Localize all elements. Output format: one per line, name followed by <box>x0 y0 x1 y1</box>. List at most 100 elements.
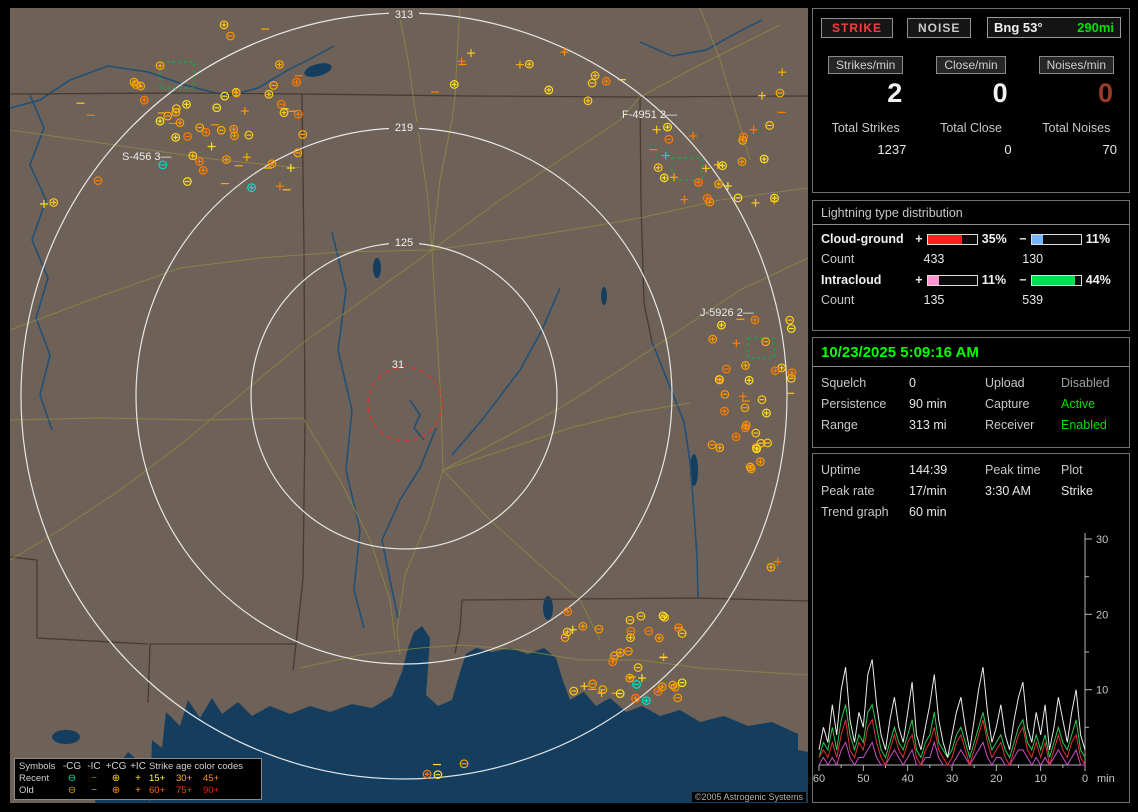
noises-per-min-button[interactable]: Noises/min <box>1038 56 1114 74</box>
age-45: 45+ <box>203 773 220 784</box>
total-noises-value: 70 <box>1102 142 1117 157</box>
ic-minus-count: 539 <box>1022 293 1044 307</box>
cg-plus-bar <box>926 233 978 245</box>
legend-col-pos-cg: +CG <box>105 761 127 772</box>
total-noises-label: Total Noises <box>1042 121 1111 135</box>
ic-minus-pct: 44% <box>1085 273 1111 287</box>
neg-ic-recent-icon: − <box>91 773 97 784</box>
map-canvas[interactable]: 313 219 125 31 S-456 3— F-4951 2— J-5926… <box>10 8 808 803</box>
total-close-value: 0 <box>1004 142 1012 157</box>
bearing-range-value: 290mi <box>1077 20 1114 35</box>
legend-recent-label: Recent <box>19 773 50 784</box>
lake <box>373 258 381 278</box>
legend-col-pos-ic: +IC <box>130 761 146 772</box>
svg-text:60: 60 <box>813 773 825 785</box>
cg-plus-count: 433 <box>923 252 945 266</box>
capture-label: Capture <box>985 397 1030 411</box>
noises-rate-value: 0 <box>1097 78 1113 108</box>
peak-rate-label: Peak rate <box>821 484 875 498</box>
uptime-value: 144:39 <box>909 463 948 477</box>
squelch-value: 0 <box>909 376 916 390</box>
stats-grid: Uptime 144:39 Peak time Plot Peak rate 1… <box>813 454 1129 519</box>
plus-sign: + <box>915 232 923 246</box>
svg-text:30: 30 <box>1096 534 1108 546</box>
ring-label-31: 31 <box>392 359 404 371</box>
total-strikes-label: Total Strikes <box>831 121 900 135</box>
capture-status: Active <box>1061 397 1096 411</box>
peak-time-value: 3:30 AM <box>985 484 1031 498</box>
svg-text:10: 10 <box>1035 773 1047 785</box>
chart-axes: 10 20 30 60 50 40 30 20 10 0 min <box>813 533 1115 785</box>
ic-plus-bar <box>926 274 978 286</box>
age-60: 60+ <box>149 785 166 796</box>
cg-minus-count: 130 <box>1022 252 1044 266</box>
age-75: 75+ <box>176 785 193 796</box>
cloud-ground-row: Cloud-ground + 35% − 11% <box>813 225 1129 246</box>
strike-toggle-button[interactable]: STRIKE <box>821 17 894 38</box>
count-label: Count <box>821 293 855 307</box>
ic-plus-count: 135 <box>923 293 945 307</box>
legend-symbols-header: Symbols <box>19 761 56 772</box>
lake <box>52 730 80 744</box>
neg-cg-old-icon: ⊖ <box>67 785 77 796</box>
cloud-ground-label: Cloud-ground <box>821 232 904 246</box>
ic-plus-bar-fill <box>927 275 939 285</box>
upload-status: Disabled <box>1061 376 1110 390</box>
ic-plus-pct: 11% <box>981 273 1007 287</box>
lightning-map[interactable]: 313 219 125 31 S-456 3— F-4951 2— J-5926… <box>10 8 808 803</box>
trend-panel: Uptime 144:39 Peak time Plot Peak rate 1… <box>812 453 1130 803</box>
age-15: 15+ <box>149 773 166 784</box>
lake <box>601 287 607 305</box>
trend-graph-label: Trend graph <box>821 505 889 519</box>
cg-plus-bar-fill <box>927 234 963 244</box>
copyright-text: ©2005 Astrogenic Systems <box>691 792 806 802</box>
counters-panel: STRIKE NOISE Bng 53° 290mi Strikes/min C… <box>812 8 1130 193</box>
timestamp: 10/23/2025 5:09:16 AM <box>813 338 1129 367</box>
uptime-label: Uptime <box>821 463 861 477</box>
status-panel: 10/23/2025 5:09:16 AM Squelch 0 Upload D… <box>812 337 1130 448</box>
svg-text:20: 20 <box>1096 609 1108 621</box>
total-close-label: Total Close <box>940 121 1002 135</box>
station-label: F-4951 2— <box>622 109 677 121</box>
peak-time-label: Peak time <box>985 463 1041 477</box>
ic-minus-bar <box>1030 274 1082 286</box>
trend-window-value: 60 min <box>909 505 947 519</box>
svg-text:min: min <box>1097 773 1115 785</box>
app-window: 313 219 125 31 S-456 3— F-4951 2— J-5926… <box>0 0 1138 812</box>
strikes-per-min-button[interactable]: Strikes/min <box>827 56 904 74</box>
pos-ic-old-icon: + <box>135 785 141 796</box>
squelch-label: Squelch <box>821 376 867 390</box>
cg-minus-bar-fill <box>1031 234 1043 244</box>
count-label: Count <box>821 252 855 266</box>
receiver-label: Receiver <box>985 418 1035 432</box>
strikes-rate-value: 2 <box>887 78 903 108</box>
age-30: 30+ <box>176 773 193 784</box>
cg-plus-pct: 35% <box>981 232 1007 246</box>
noise-toggle-button[interactable]: NOISE <box>907 17 972 38</box>
status-grid: Squelch 0 Upload Disabled Persistence 90… <box>813 367 1129 432</box>
svg-text:40: 40 <box>902 773 914 785</box>
legend-col-neg-cg: -CG <box>62 761 82 772</box>
bearing-value: Bng 53° <box>994 20 1043 35</box>
svg-text:50: 50 <box>857 773 869 785</box>
cloud-ground-count-row: Count 433 130 <box>813 246 1129 266</box>
range-value: 313 mi <box>909 418 947 432</box>
total-strikes-value: 1237 <box>877 142 907 157</box>
cg-minus-pct: 11% <box>1085 232 1111 246</box>
close-per-min-button[interactable]: Close/min <box>936 56 1006 74</box>
station-label: S-456 3— <box>122 151 172 163</box>
trend-chart: 10 20 30 60 50 40 30 20 10 0 min <box>813 533 1115 785</box>
station-label: J-5926 2— <box>700 307 754 319</box>
legend-age-header: Strike age color codes <box>149 761 243 772</box>
plus-sign: + <box>915 273 923 287</box>
plot-label: Plot <box>1061 463 1083 477</box>
ring-label-219: 219 <box>395 122 413 134</box>
map-legend: Symbols -CG -IC +CG +IC Strike age color… <box>14 758 262 800</box>
counter-grid: Strikes/min Close/min Noises/min 2 0 0 T… <box>813 56 1129 157</box>
plot-mode-value: Strike <box>1061 484 1093 498</box>
svg-text:0: 0 <box>1082 773 1088 785</box>
intracloud-label: Intracloud <box>821 273 882 287</box>
intracloud-count-row: Count 135 539 <box>813 287 1129 307</box>
distribution-panel: Lightning type distribution Cloud-ground… <box>812 200 1130 331</box>
persistence-value: 90 min <box>909 397 947 411</box>
